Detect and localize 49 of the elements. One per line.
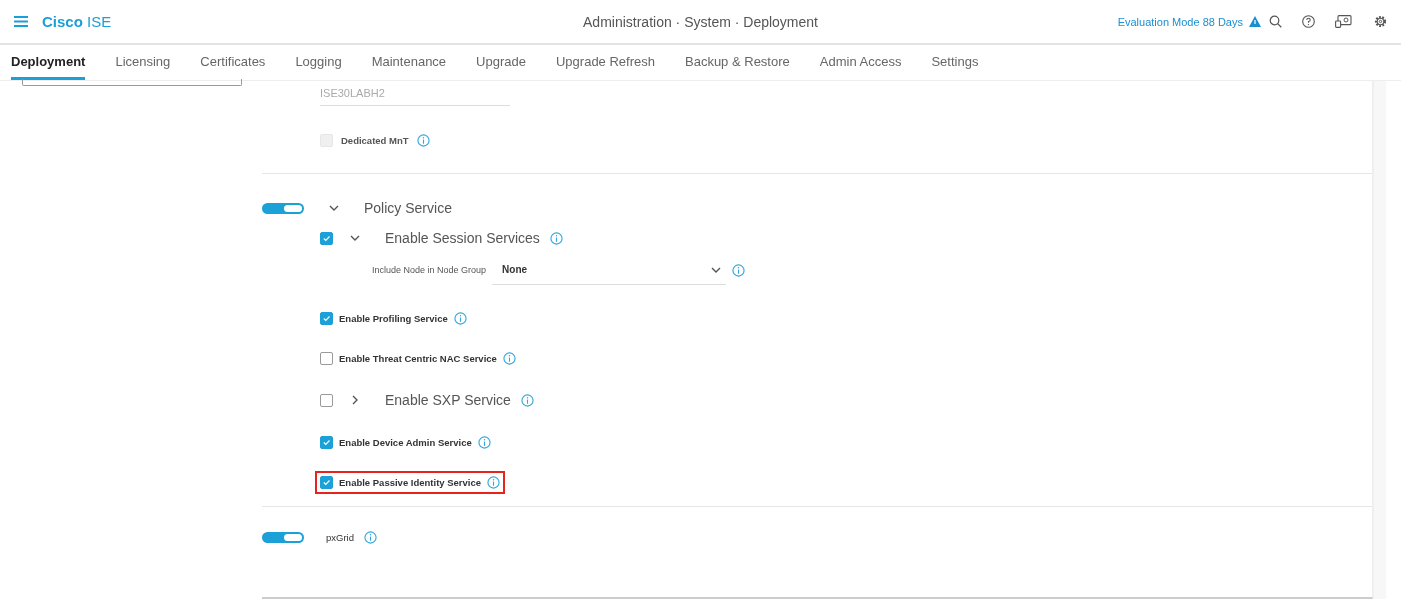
field-label: Include Node in Node Group — [372, 265, 487, 275]
menu-icon[interactable] — [14, 16, 28, 27]
info-icon[interactable] — [416, 134, 430, 147]
evaluation-link[interactable]: Evaluation Mode 88 Days — [1117, 15, 1243, 28]
checkbox[interactable] — [320, 231, 333, 245]
checkbox[interactable] — [320, 475, 333, 489]
checkbox-label: Enable Profiling Service — [339, 312, 448, 324]
tab[interactable]: Certificates — [200, 45, 266, 80]
page-title: Administration · System · Deployment — [583, 13, 818, 30]
info-icon[interactable] — [477, 435, 491, 449]
toggle-switch[interactable] — [262, 202, 304, 214]
checkbox[interactable] — [320, 311, 333, 325]
info-icon[interactable] — [364, 530, 377, 544]
checkbox[interactable] — [320, 393, 333, 407]
section-title: pxGrid — [326, 531, 354, 543]
info-icon[interactable] — [453, 311, 467, 325]
tab[interactable]: Settings — [931, 45, 979, 80]
input-field[interactable] — [22, 79, 242, 86]
checkbox-label: Enable Device Admin Service — [339, 436, 472, 448]
info-icon[interactable] — [502, 351, 516, 365]
info-icon[interactable] — [487, 475, 501, 489]
tab[interactable]: Upgrade Refresh — [556, 45, 655, 80]
checkbox-label: Enable Session Services — [385, 230, 540, 246]
settings-icon[interactable] — [1374, 15, 1387, 28]
search-icon[interactable] — [1269, 15, 1282, 28]
checkbox-label: Enable Threat Centric NAC Service — [339, 352, 497, 364]
monitor-icon[interactable] — [1335, 15, 1352, 28]
tab[interactable]: Logging — [295, 45, 342, 80]
tab[interactable]: Maintenance — [371, 45, 447, 80]
brand-logo: Cisco ISE — [42, 13, 112, 30]
checkbox-label: Dedicated MnT — [341, 135, 409, 146]
node-group-dropdown[interactable]: None — [492, 255, 727, 285]
info-icon[interactable] — [549, 231, 563, 245]
warning-icon[interactable] — [1249, 16, 1261, 27]
tab[interactable]: Deployment — [11, 45, 86, 80]
section-title: Policy Service — [364, 200, 452, 216]
tab[interactable]: Backup & Restore — [685, 45, 790, 80]
tab[interactable]: Upgrade — [476, 45, 526, 80]
checkbox-label: Enable SXP Service — [385, 392, 511, 408]
help-icon[interactable] — [1302, 15, 1315, 28]
info-icon[interactable] — [732, 263, 746, 277]
toggle-switch[interactable] — [262, 531, 304, 543]
info-icon[interactable] — [520, 393, 534, 407]
tab[interactable]: Licensing — [115, 45, 171, 80]
checkbox[interactable] — [320, 351, 333, 365]
scrollbar[interactable] — [1373, 81, 1386, 599]
tab[interactable]: Admin Access — [819, 45, 902, 80]
checkbox[interactable] — [320, 435, 333, 449]
checkbox-label: Enable Passive Identity Service — [339, 476, 482, 488]
